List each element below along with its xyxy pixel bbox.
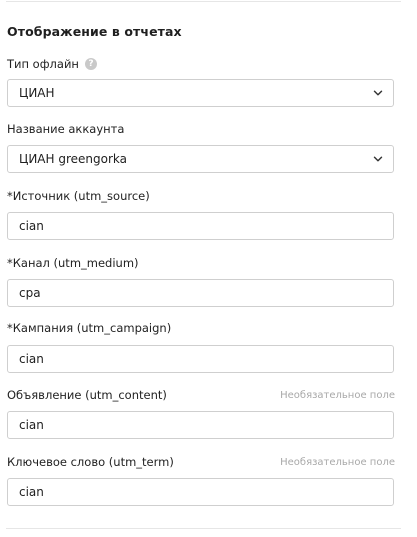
offline-type-label: Тип офлайн?	[7, 56, 97, 72]
utm-source-input[interactable]: cian	[7, 212, 394, 240]
utm-source-value: cian	[19, 219, 44, 233]
account-name-value: ЦИАН greengorka	[19, 152, 127, 166]
bottom-divider	[6, 528, 401, 529]
chevron-down-icon	[373, 156, 383, 162]
utm-medium-label: *Канал (utm_medium)	[7, 256, 139, 270]
utm-campaign-value: cian	[19, 352, 44, 366]
utm-medium-value: cpa	[19, 286, 41, 300]
offline-type-label-text: Тип офлайн	[7, 57, 79, 71]
offline-type-select[interactable]: ЦИАН	[7, 79, 394, 107]
utm-term-value: cian	[19, 485, 44, 499]
question-icon[interactable]: ?	[84, 57, 97, 70]
utm-source-label: *Источник (utm_source)	[7, 189, 150, 203]
utm-term-label: Ключевое слово (utm_term)	[7, 455, 174, 469]
top-divider	[6, 1, 401, 2]
utm-content-label: Объявление (utm_content)	[7, 388, 167, 402]
chevron-down-icon	[373, 90, 383, 96]
utm-content-value: cian	[19, 418, 44, 432]
utm-content-input[interactable]: cian	[7, 411, 394, 439]
section-title: Отображение в отчетах	[7, 24, 182, 39]
offline-type-value: ЦИАН	[19, 86, 55, 100]
account-name-select[interactable]: ЦИАН greengorka	[7, 145, 394, 173]
utm-term-optional-note: Необязательное поле	[280, 457, 395, 468]
utm-medium-input[interactable]: cpa	[7, 279, 394, 307]
utm-campaign-input[interactable]: cian	[7, 345, 394, 373]
account-name-label: Название аккаунта	[7, 122, 125, 136]
utm-term-input[interactable]: cian	[7, 478, 394, 506]
utm-content-optional-note: Необязательное поле	[280, 390, 395, 401]
utm-campaign-label: *Кампания (utm_campaign)	[7, 321, 172, 335]
